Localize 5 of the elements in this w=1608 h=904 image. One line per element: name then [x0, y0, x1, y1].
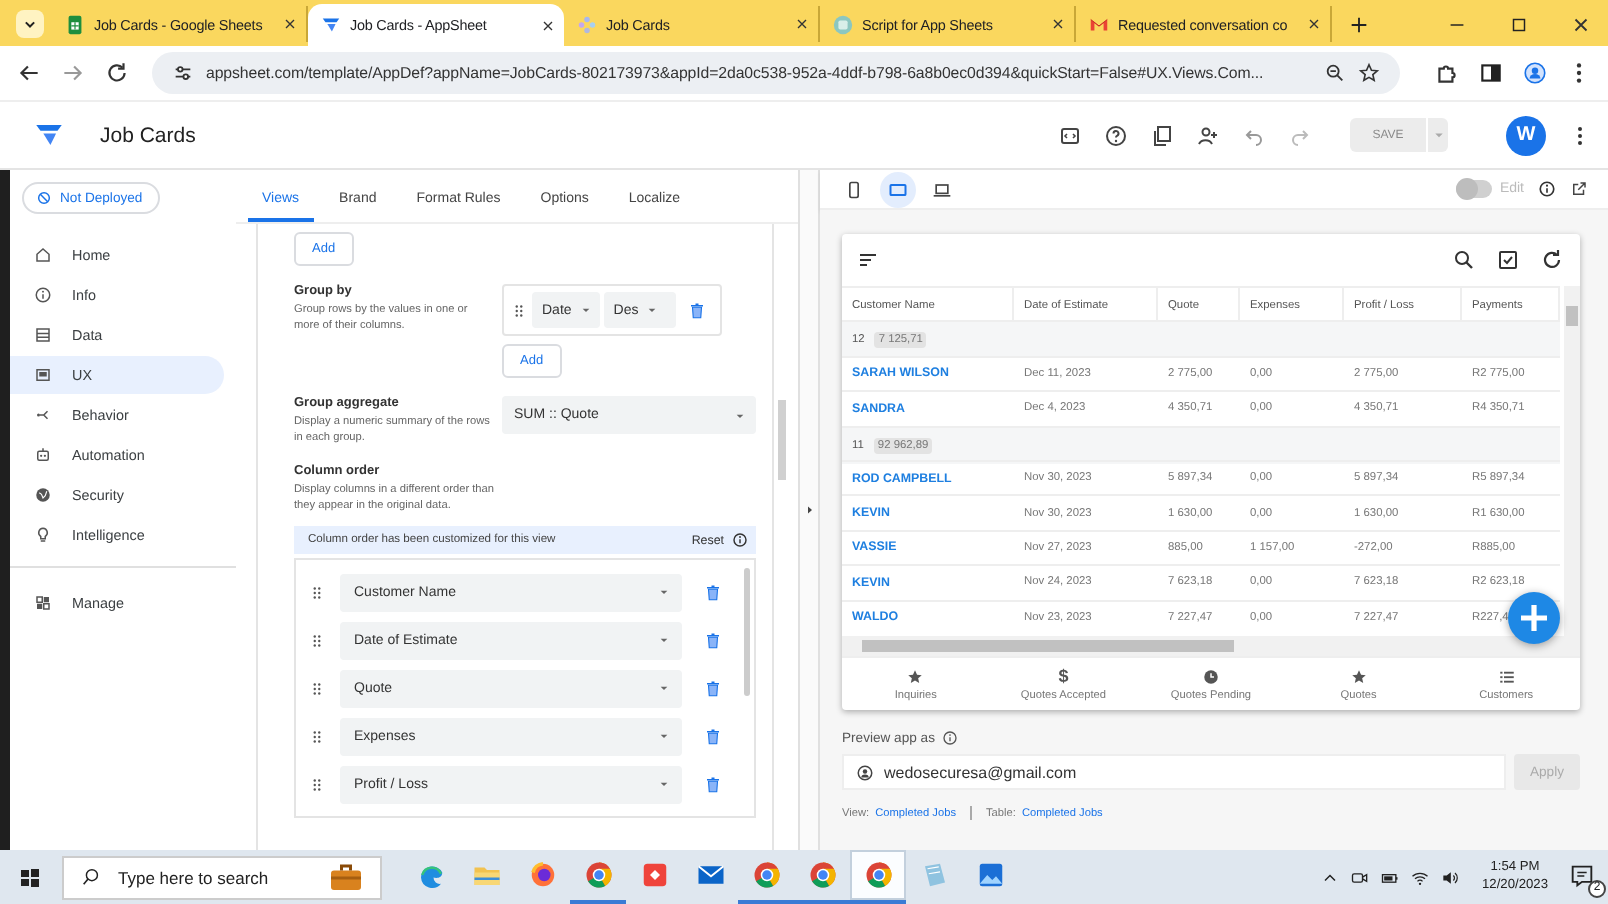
account-avatar[interactable]: W — [1506, 115, 1546, 155]
taskbar-search-field[interactable]: Type here to search — [62, 855, 382, 899]
dollar-icon: $ — [1058, 667, 1069, 685]
preview-user-field[interactable]: wedosecuresa@gmail.com — [842, 754, 1506, 790]
app-title: Job Cards — [100, 123, 196, 147]
